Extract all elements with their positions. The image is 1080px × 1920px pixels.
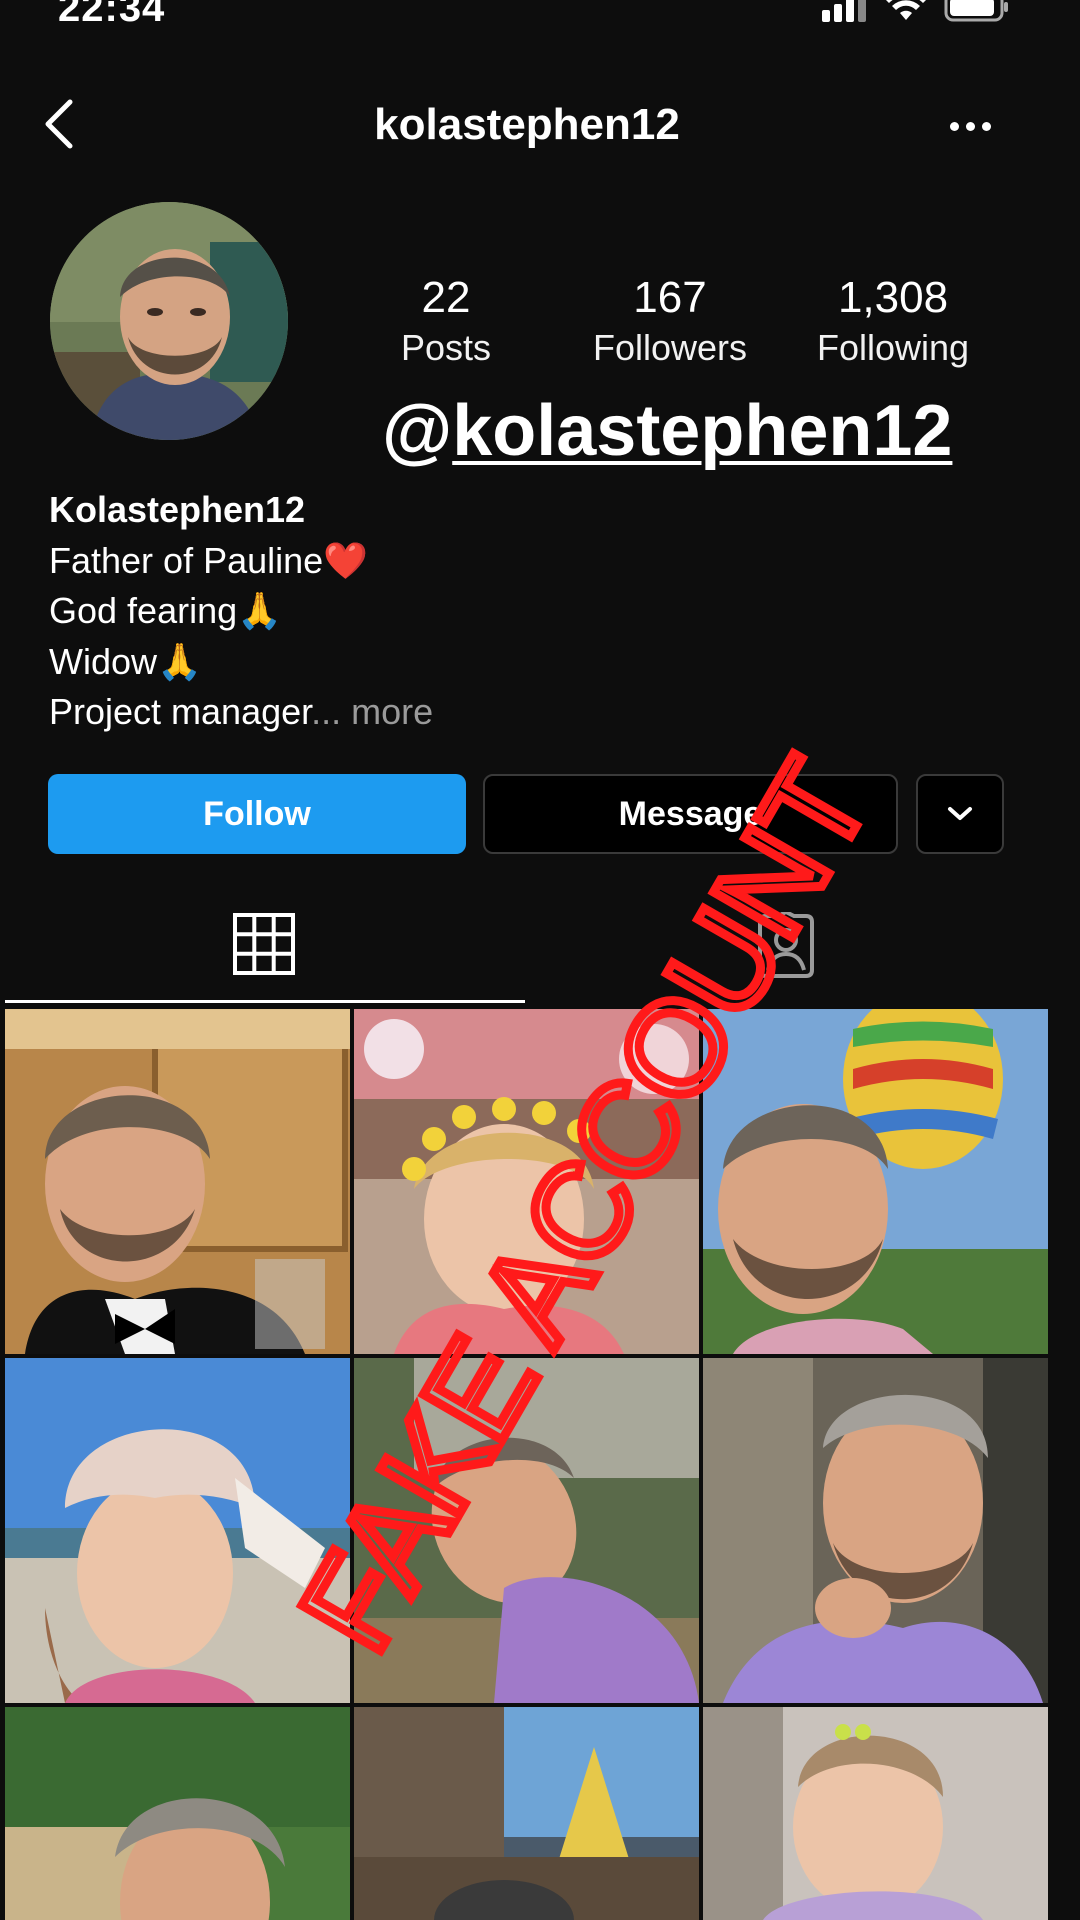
stat-followers[interactable]: 167 Followers <box>570 272 770 372</box>
bio-ellipsis: ... <box>311 691 342 732</box>
chevron-down-icon <box>948 807 972 820</box>
tab-active-indicator <box>5 1000 525 1003</box>
following-label: Following <box>816 327 970 368</box>
bio-line-2: God fearing🙏 <box>49 590 282 631</box>
post-tile[interactable] <box>5 1009 350 1354</box>
post-tile[interactable] <box>354 1009 699 1354</box>
message-button[interactable]: Message <box>483 774 898 854</box>
handle-overlay-username: kolastephen12 <box>452 391 953 471</box>
bio-line-3: Widow🙏 <box>49 640 202 682</box>
status-time: 22:34 <box>58 0 166 30</box>
suggested-dropdown-button[interactable] <box>916 774 1004 854</box>
post-tile[interactable] <box>703 1009 1048 1354</box>
followers-label: Followers <box>592 327 748 368</box>
more-options-icon[interactable] <box>950 122 991 131</box>
profile-avatar[interactable] <box>50 202 288 440</box>
posts-label: Posts <box>400 327 492 368</box>
signal-icon <box>822 0 866 22</box>
handle-at-sign: @ <box>382 391 453 471</box>
wifi-icon <box>886 0 926 20</box>
post-tile[interactable] <box>703 1358 1048 1703</box>
post-tile[interactable] <box>354 1358 699 1703</box>
grid-icon[interactable] <box>232 912 296 976</box>
bio-name: Kolastephen12 <box>49 489 306 530</box>
bio-line-4: Project manager... more <box>49 687 433 738</box>
stat-posts[interactable]: 22 Posts <box>346 272 546 372</box>
post-tile[interactable] <box>703 1707 1048 1920</box>
posts-count: 22 <box>421 273 471 322</box>
followers-count: 167 <box>633 273 707 322</box>
following-count: 1,308 <box>837 273 949 322</box>
battery-icon <box>944 0 1008 22</box>
handle-overlay-text: @kolastephen12 <box>382 390 952 472</box>
profile-username-title: kolastephen12 <box>374 100 680 149</box>
bio-more-link[interactable]: more <box>341 691 433 732</box>
post-tile[interactable] <box>5 1358 350 1703</box>
status-icons <box>820 0 1010 22</box>
post-tile[interactable] <box>354 1707 699 1920</box>
follow-button[interactable]: Follow <box>48 774 466 854</box>
bio-line-1: Father of Pauline❤️ <box>49 539 368 581</box>
bio-last-line: Project manager <box>49 691 312 732</box>
profile-bio: Kolastephen12 Father of Pauline❤️ God fe… <box>49 485 433 738</box>
post-tile[interactable] <box>5 1707 350 1920</box>
stat-following[interactable]: 1,308 Following <box>793 272 993 372</box>
tagged-person-icon[interactable] <box>752 912 820 980</box>
